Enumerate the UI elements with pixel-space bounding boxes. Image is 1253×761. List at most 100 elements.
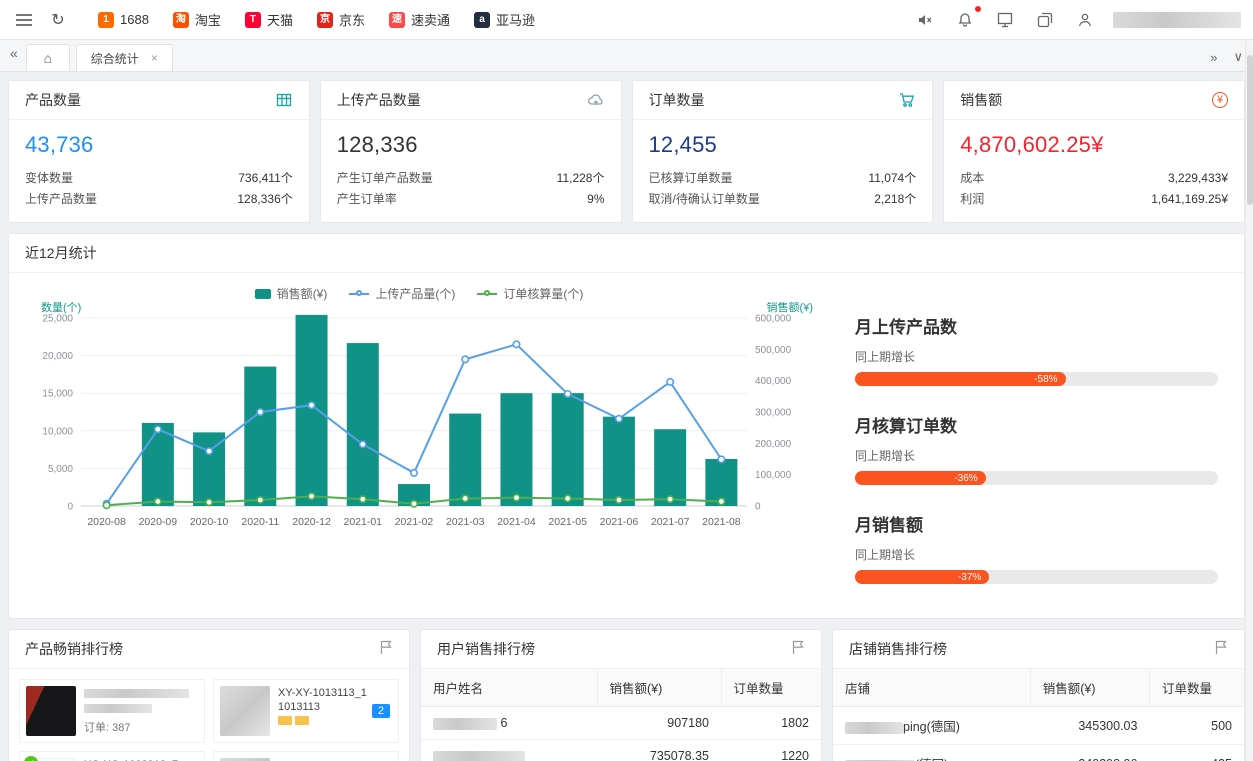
product-tile[interactable]: XY-XY-1013113_1 1013113 2 — [213, 679, 399, 743]
tmall-icon: T — [245, 12, 261, 28]
tab-menu-chevron-icon[interactable]: ∨ — [1233, 49, 1243, 65]
name-suffix: 6 — [500, 716, 507, 730]
svg-text:2020-11: 2020-11 — [241, 516, 279, 528]
stat-card-orders: 订单数量 12,455 已核算订单数量11,074个 取消/待确认订单数量2,2… — [632, 80, 934, 223]
product-tile[interactable]: XY-1012408_1 — [213, 751, 399, 761]
svg-text:2020-09: 2020-09 — [139, 516, 178, 528]
legend-label: 上传产品量(个) — [375, 285, 455, 302]
legend-bar-swatch — [255, 289, 271, 299]
svg-text:10,000: 10,000 — [42, 426, 73, 437]
legend-label: 销售额(¥) — [277, 285, 328, 302]
card-title: 产品畅销排行榜 — [25, 639, 123, 659]
column-header: 店铺 — [833, 669, 1030, 707]
stat-card-products: 产品数量 43,736 变体数量736,411个 上传产品数量128,336个 — [8, 80, 310, 223]
legend-item-orders[interactable]: 订单核算量(个) — [477, 285, 583, 302]
stat-value: 11,074个 — [868, 168, 916, 189]
qr-code-icon[interactable] — [993, 8, 1017, 32]
menu-icon[interactable] — [12, 8, 36, 32]
scrollbar-thumb[interactable] — [1247, 55, 1253, 205]
blurred-text — [84, 704, 152, 713]
legend-line-blue — [349, 293, 369, 295]
store-ranking-card: 店铺销售排行榜 店铺 销售额(¥) 订单数量 ping(德国) 34530 — [832, 629, 1245, 761]
kpi-label: 同上期增长 — [855, 348, 1218, 365]
flag-icon[interactable] — [1214, 640, 1228, 658]
kpi-sales: 月销售额 同上期增长 -37% — [855, 511, 1218, 584]
bookmark-label: 1688 — [120, 12, 149, 27]
bookmark-label: 亚马逊 — [496, 10, 535, 29]
username-blurred — [1113, 12, 1241, 28]
svg-text:2021-03: 2021-03 — [446, 516, 485, 528]
stat-value: 736,411个 — [238, 168, 293, 189]
svg-text:2021-01: 2021-01 — [343, 516, 382, 528]
sales-value: 345300.03 — [1030, 707, 1149, 745]
home-tab[interactable]: ⌂ — [26, 44, 70, 71]
flag-icon[interactable] — [791, 640, 805, 658]
chart-card-title: 近12月统计 — [25, 243, 97, 263]
notification-badge — [975, 6, 981, 12]
orders-value: 1220 — [721, 740, 821, 761]
blurred-highlight — [278, 716, 292, 725]
bookmark-taobao[interactable]: 淘 淘宝 — [161, 6, 233, 33]
legend-item-uploads[interactable]: 上传产品量(个) — [349, 285, 455, 302]
product-tile[interactable]: ✓ XQ-XQ-1003918_7 — [19, 751, 205, 761]
top-browser-bar: ↻ 1 1688 淘 淘宝 T 天猫 京 京东 速 速卖通 a 亚马逊 — [0, 0, 1253, 40]
kpi-progress-fill: -37% — [855, 570, 989, 584]
tab-statistics[interactable]: 综合统计 × — [76, 44, 173, 71]
stat-cards-row: 产品数量 43,736 变体数量736,411个 上传产品数量128,336个 … — [8, 80, 1245, 223]
close-icon[interactable]: × — [151, 51, 158, 65]
column-header: 销售额(¥) — [1030, 669, 1149, 707]
bookmark-jd[interactable]: 京 京东 — [305, 6, 377, 33]
svg-text:400,000: 400,000 — [755, 376, 792, 387]
refresh-icon[interactable]: ↻ — [46, 8, 70, 32]
bookmark-tmall[interactable]: T 天猫 — [233, 6, 305, 33]
bookmark-amazon[interactable]: a 亚马逊 — [462, 6, 547, 33]
svg-text:300,000: 300,000 — [755, 408, 792, 419]
user-ranking-card: 用户销售排行榜 用户姓名 销售额(¥) 订单数量 6 907180 — [420, 629, 822, 761]
sales-value: 907180 — [597, 707, 721, 740]
flag-icon[interactable] — [379, 640, 393, 658]
combo-chart: 05,00010,00015,00020,00025,0000100,00020… — [19, 302, 819, 534]
kpi-title: 月销售额 — [855, 511, 1218, 536]
svg-text:0: 0 — [755, 502, 761, 513]
mute-icon[interactable] — [913, 8, 937, 32]
dashboard-content: 产品数量 43,736 变体数量736,411个 上传产品数量128,336个 … — [0, 72, 1253, 761]
kpi-uploads: 月上传产品数 同上期增长 -58% — [855, 313, 1218, 386]
ranking-cards-row: 产品畅销排行榜 订单: 387 XY-XY-1 — [8, 629, 1245, 761]
bookmark-aliexpress[interactable]: 速 速卖通 — [377, 6, 462, 33]
home-icon: ⌂ — [44, 50, 52, 66]
notification-bell-icon[interactable] — [953, 8, 977, 32]
stat-card-uploaded: 上传产品数量 128,336 产生订单产品数量11,228个 产生订单率9% — [320, 80, 622, 223]
scroll-tabs-left-icon[interactable]: « — [10, 40, 18, 71]
check-icon: ✓ — [24, 756, 38, 761]
stat-value: 2,218个 — [874, 189, 916, 210]
table-row: 6 907180 1802 — [421, 707, 821, 740]
blurred-text — [84, 689, 189, 698]
store-ranking-table: 店铺 销售额(¥) 订单数量 ping(德国) 345300.03 500 (德… — [833, 669, 1244, 761]
svg-text:0: 0 — [67, 502, 73, 513]
bookmark-1688[interactable]: 1 1688 — [86, 8, 161, 32]
bookmark-label: 速卖通 — [411, 10, 450, 29]
legend-item-sales[interactable]: 销售额(¥) — [255, 285, 328, 302]
stat-value: 11,228个 — [557, 168, 605, 189]
stat-value: 128,336个 — [237, 189, 292, 210]
stat-value: 1,641,169.25¥ — [1151, 189, 1228, 210]
kpi-orders: 月核算订单数 同上期增长 -36% — [855, 412, 1218, 485]
svg-text:2020-10: 2020-10 — [190, 516, 229, 528]
blurred-highlight — [295, 716, 309, 725]
vertical-scrollbar[interactable] — [1245, 41, 1253, 761]
svg-text:2021-02: 2021-02 — [395, 516, 434, 528]
apps-icon[interactable] — [1033, 8, 1057, 32]
column-header: 用户姓名 — [421, 669, 597, 707]
stat-card-sales: 销售额 ¥ 4,870,602.25¥ 成本3,229,433¥ 利润1,641… — [943, 80, 1245, 223]
kpi-progress-track: -58% — [855, 372, 1218, 386]
product-tile[interactable]: 订单: 387 — [19, 679, 205, 743]
product-image — [220, 686, 270, 736]
scroll-tabs-right-icon[interactable]: » — [1210, 50, 1217, 65]
table-row: 735078.35 1220 — [421, 740, 821, 761]
card-title: 用户销售排行榜 — [437, 639, 535, 659]
stat-label: 产生订单率 — [337, 189, 397, 210]
user-icon[interactable] — [1073, 8, 1097, 32]
user-ranking-table: 用户姓名 销售额(¥) 订单数量 6 907180 1802 735078.35 — [421, 669, 821, 761]
grid-icon — [275, 91, 293, 109]
kpi-title: 月上传产品数 — [855, 313, 1218, 338]
